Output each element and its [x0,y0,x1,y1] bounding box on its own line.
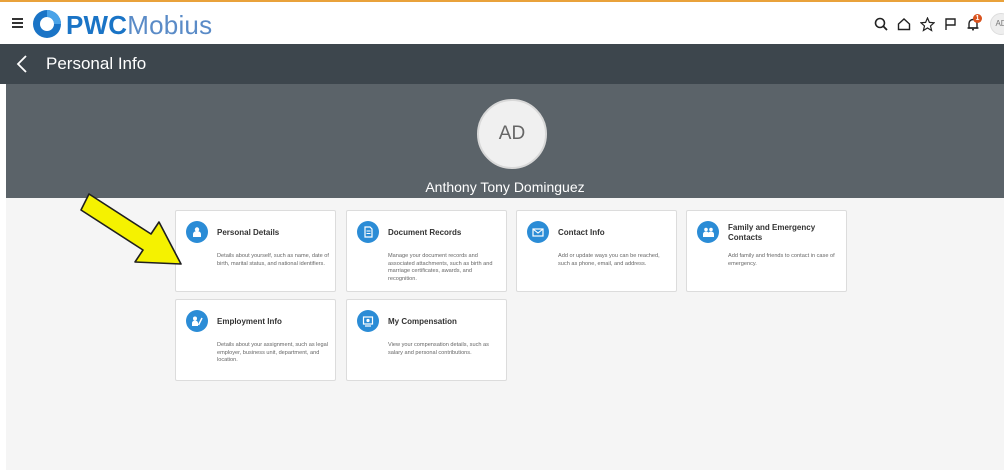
profile-avatar[interactable]: AD [477,99,547,169]
card-description: Details about your assignment, such as l… [217,342,329,363]
card-my-compensation[interactable]: My Compensation View your compensation d… [346,299,507,381]
employee-edit-icon [186,310,208,332]
notifications-bell-icon[interactable]: 1 [962,13,984,35]
search-icon[interactable] [870,13,892,35]
page-titlebar: Personal Info [0,44,1004,84]
envelope-icon [527,221,549,243]
flag-icon[interactable] [939,13,961,35]
card-description: Add or update ways you can be reached, s… [558,253,660,267]
card-title: Contact Info [558,228,605,237]
card-description: Manage your document records and associa… [388,253,493,282]
card-description: Details about yourself, such as name, da… [217,253,329,267]
person-icon [186,221,208,243]
card-document-records[interactable]: Document Records Manage your document re… [346,210,507,292]
card-title: Employment Info [217,317,282,326]
hamburger-menu-icon[interactable] [12,18,23,28]
card-description: Add family and friends to contact in cas… [728,253,835,267]
user-avatar[interactable]: AD [990,13,1004,35]
card-description: View your compensation details, such as … [388,342,489,356]
brand-name[interactable]: PWCMobius [66,10,212,40]
home-icon[interactable] [893,13,915,35]
card-contact-info[interactable]: Contact Info Add or update ways you can … [516,210,677,292]
card-employment-info[interactable]: Employment Info Details about your assig… [175,299,336,381]
card-title: Document Records [388,228,462,237]
back-chevron-icon[interactable] [16,55,28,73]
annotation-arrow-icon [80,193,182,265]
card-title: My Compensation [388,317,457,326]
card-title: Personal Details [217,228,280,237]
header-icons: 1 AD [869,12,1004,36]
family-icon [697,221,719,243]
card-family-emergency-contacts[interactable]: Family and Emergency Contacts Add family… [686,210,847,292]
document-icon [357,221,379,243]
card-personal-details[interactable]: Personal Details Details about yourself,… [175,210,336,292]
top-header: PWCMobius 1 AD [0,2,1004,44]
compensation-icon [357,310,379,332]
profile-banner: AD Anthony Tony Dominguez [6,84,1004,198]
notification-badge: 1 [973,14,982,23]
brand-light: Mobius [127,10,213,40]
pwc-logo-icon[interactable] [32,9,62,39]
page-title: Personal Info [46,54,147,73]
brand-bold: PWC [66,10,128,40]
star-icon[interactable] [916,13,938,35]
card-title: Family and Emergency Contacts [728,223,816,242]
